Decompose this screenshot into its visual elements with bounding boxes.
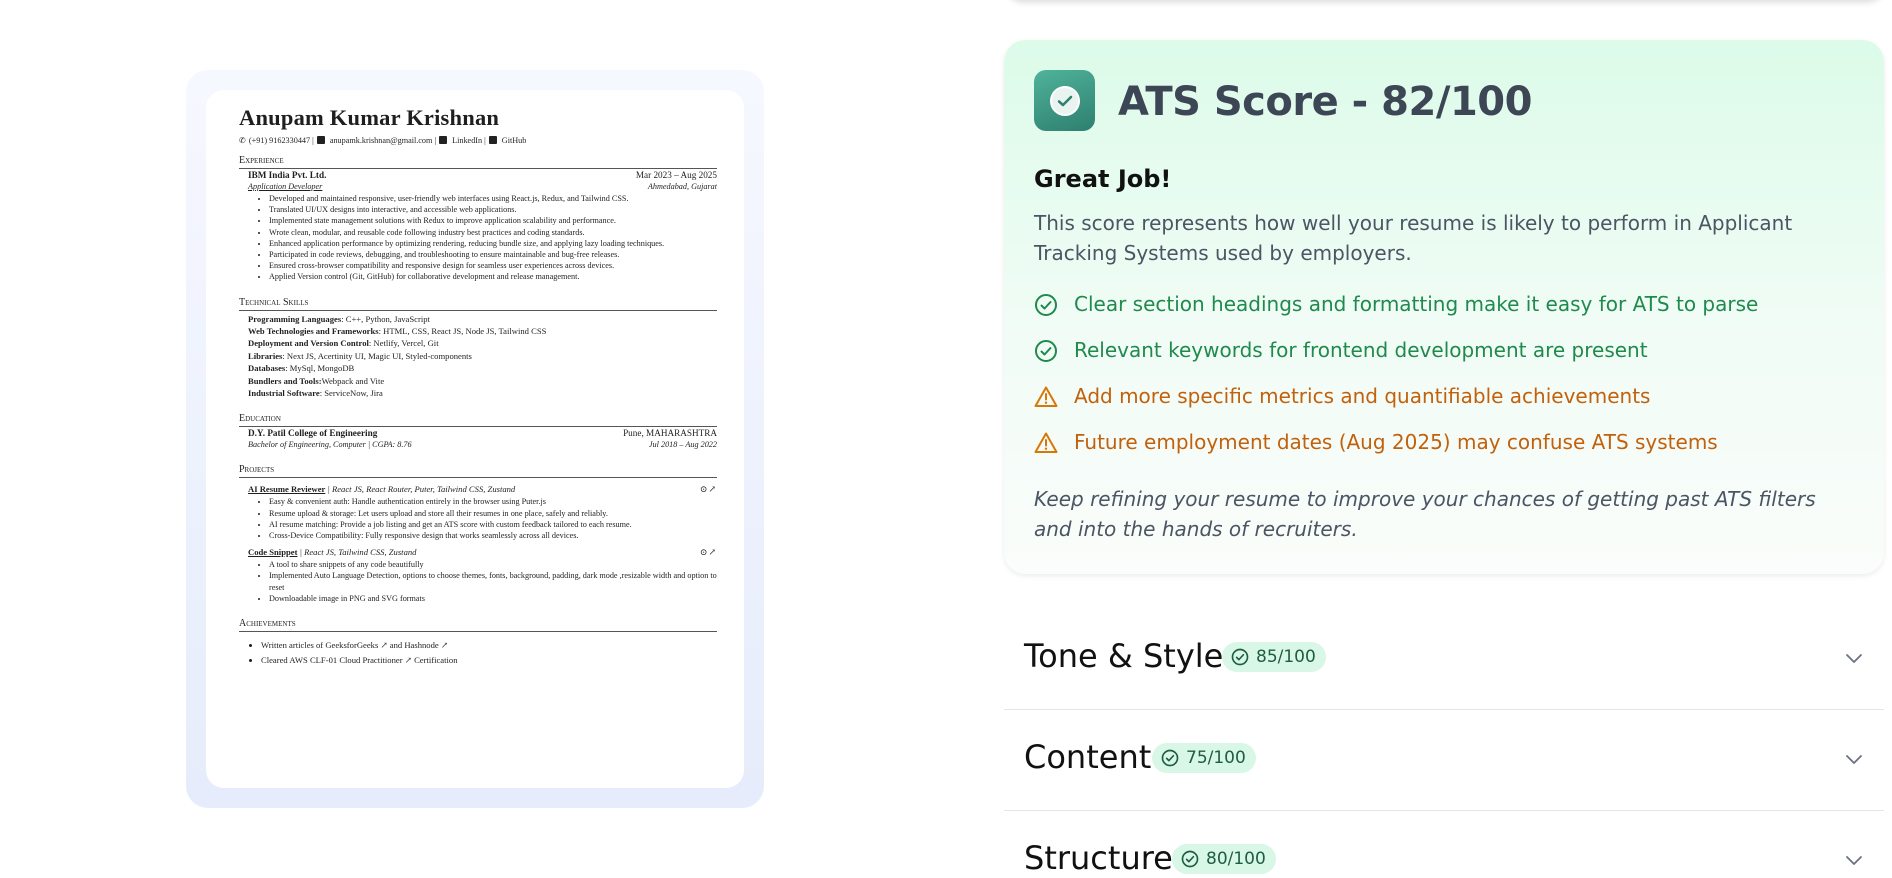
project-bullets: A tool to share snippets of any code bea… — [239, 559, 717, 604]
job-subheader: Application Developer Ahmedabad, Gujarat — [239, 181, 717, 192]
skill-row: Web Technologies and Frameworks: HTML, C… — [248, 326, 547, 337]
resume-contact: ✆ (+91) 9162330447 | anupamk.krishnan@gma… — [239, 135, 717, 146]
linkedin-icon — [439, 136, 448, 144]
list-item: Easy & convenient auth: Handle authentic… — [269, 496, 717, 507]
chevron-down-icon — [1846, 755, 1862, 764]
github-link-icon[interactable]: ⊙↗ — [700, 483, 717, 495]
achievement-list: Written articles of GeeksforGeeks ↗ and … — [239, 638, 717, 668]
check-circle-icon — [1035, 340, 1057, 362]
accordion-title: Tone & Style — [1024, 637, 1224, 675]
resume-name: Anupam Kumar Krishnan — [239, 105, 500, 130]
github-icon — [488, 136, 497, 144]
section-skills: Technical Skills — [239, 297, 717, 311]
resume-phone: (+91) 9162330447 | — [248, 135, 314, 145]
resume-page: Anupam Kumar Krishnan ✆ (+91) 9162330447 … — [206, 90, 744, 788]
list-item: Wrote clean, modular, and reusable code … — [269, 227, 717, 238]
chevron-down-icon — [1846, 856, 1862, 865]
skill-row: Libraries: Next JS, Acertinity UI, Magic… — [248, 350, 472, 361]
job-bullets: Developed and maintained responsive, use… — [239, 193, 717, 283]
list-item: Applied Version control (Git, GitHub) fo… — [269, 271, 717, 282]
job-location: Ahmedabad, Gujarat — [647, 182, 717, 191]
resume-preview[interactable]: Anupam Kumar Krishnan ✆ (+91) 9162330447 … — [186, 70, 764, 808]
accordion-structure[interactable]: Structure 80/100 — [1004, 812, 1884, 877]
check-badge-icon — [1049, 85, 1080, 116]
accordion-content[interactable]: Content 75/100 — [1004, 711, 1884, 811]
edu-school: D.Y. Patil College of Engineering — [248, 428, 378, 439]
list-item: Translated UI/UX designs into interactiv… — [269, 204, 717, 215]
list-item: Cross-Device Compatibility: Fully respon… — [269, 530, 717, 541]
resume-linkedin: LinkedIn | — [452, 135, 486, 145]
project-title[interactable]: AI Resume Reviewer — [248, 484, 325, 494]
skills-list: Programming Languages: C++, Python, Java… — [239, 313, 717, 400]
edu-degree: Bachelor of Engineering, Computer | CGPA… — [248, 440, 412, 450]
job-company: IBM India Pvt. Ltd. — [248, 170, 327, 180]
email-icon — [316, 136, 325, 144]
project-title[interactable]: Code Snippet — [248, 547, 297, 557]
list-item: Ensured cross-browser compatibility and … — [269, 260, 717, 271]
section-achievements: Achievements — [239, 618, 717, 633]
edu-subheader: Bachelor of Engineering, Computer | CGPA… — [239, 439, 717, 450]
check-circle-icon — [1035, 294, 1057, 316]
list-item: Written articles of GeeksforGeeks ↗ and … — [261, 638, 717, 653]
check-circle-icon — [1231, 648, 1249, 666]
edu-location: Pune, MAHARASHTRA — [623, 428, 717, 439]
score-badge: 75/100 — [1152, 743, 1256, 773]
accordion-title: Content — [1024, 738, 1152, 776]
phone-icon: ✆ — [239, 136, 246, 145]
list-item: Participated in code reviews, debugging,… — [269, 249, 717, 260]
skill-row: Bundlers and Tools:Webpack and Vite — [248, 375, 385, 386]
resume-github: GitHub — [501, 135, 527, 145]
list-item: Developed and maintained responsive, use… — [269, 193, 717, 204]
ats-subtitle: Great Job! — [1034, 165, 1172, 193]
list-item: Enhanced application performance by opti… — [269, 238, 717, 249]
ats-score-card: ATS Score - 82/100 Great Job! This score… — [1004, 40, 1884, 574]
list-item: A tool to share snippets of any code bea… — [269, 559, 717, 570]
list-item: AI resume matching: Provide a job listin… — [269, 519, 717, 530]
skill-row: Deployment and Version Control: Netlify,… — [248, 338, 439, 349]
section-experience: Experience — [239, 155, 717, 169]
list-item: Downloadable image in PNG and SVG format… — [269, 593, 717, 604]
list-item: Implemented state management solutions w… — [269, 215, 717, 226]
section-education: Education — [239, 413, 717, 428]
check-circle-icon — [1181, 850, 1199, 868]
warning-triangle-icon — [1034, 386, 1058, 407]
section-projects: Projects — [239, 464, 717, 479]
skill-row: Industrial Software: ServiceNow, Jira — [248, 388, 383, 399]
resume-email: anupamk.krishnan@gmail.com | — [329, 135, 437, 145]
edu-header: D.Y. Patil College of Engineering Pune, … — [239, 427, 717, 439]
accordion-tone-style[interactable]: Tone & Style 85/100 — [1004, 610, 1884, 710]
skill-row: Databases: MySql, MongoDB — [248, 363, 355, 374]
skill-row: Programming Languages: C++, Python, Java… — [248, 313, 430, 324]
github-link-icon[interactable]: ⊙↗ — [700, 546, 717, 558]
ats-description: This score represents how well your resu… — [1034, 211, 1793, 265]
edu-dates: Jul 2018 – Aug 2022 — [648, 440, 717, 450]
project-header: AI Resume Reviewer | React JS, React Rou… — [248, 483, 717, 495]
list-item: Resume upload & storage: Let users uploa… — [269, 508, 717, 519]
accordion-title: Structure — [1024, 839, 1173, 877]
list-item: Cleared AWS CLF-01 Cloud Practitioner ↗ … — [261, 653, 717, 668]
ats-badge — [1034, 70, 1095, 131]
check-circle-icon — [1161, 749, 1179, 767]
job-header: IBM India Pvt. Ltd. Mar 2023 – Aug 2025 — [239, 169, 717, 181]
ats-score-title: ATS Score - 82/100 — [1118, 79, 1532, 125]
score-badge: 85/100 — [1222, 642, 1326, 672]
warning-triangle-icon — [1034, 432, 1058, 453]
chevron-down-icon — [1846, 654, 1862, 663]
job-role: Application Developer — [248, 182, 323, 191]
ats-footer-note: Keep refining your resume to improve you… — [1034, 487, 1816, 541]
project-bullets: Easy & convenient auth: Handle authentic… — [239, 496, 717, 541]
list-item: Implemented Auto Language Detection, opt… — [269, 570, 717, 592]
project-header: Code Snippet | React JS, Tailwind CSS, Z… — [248, 546, 717, 558]
job-dates: Mar 2023 – Aug 2025 — [635, 170, 717, 180]
